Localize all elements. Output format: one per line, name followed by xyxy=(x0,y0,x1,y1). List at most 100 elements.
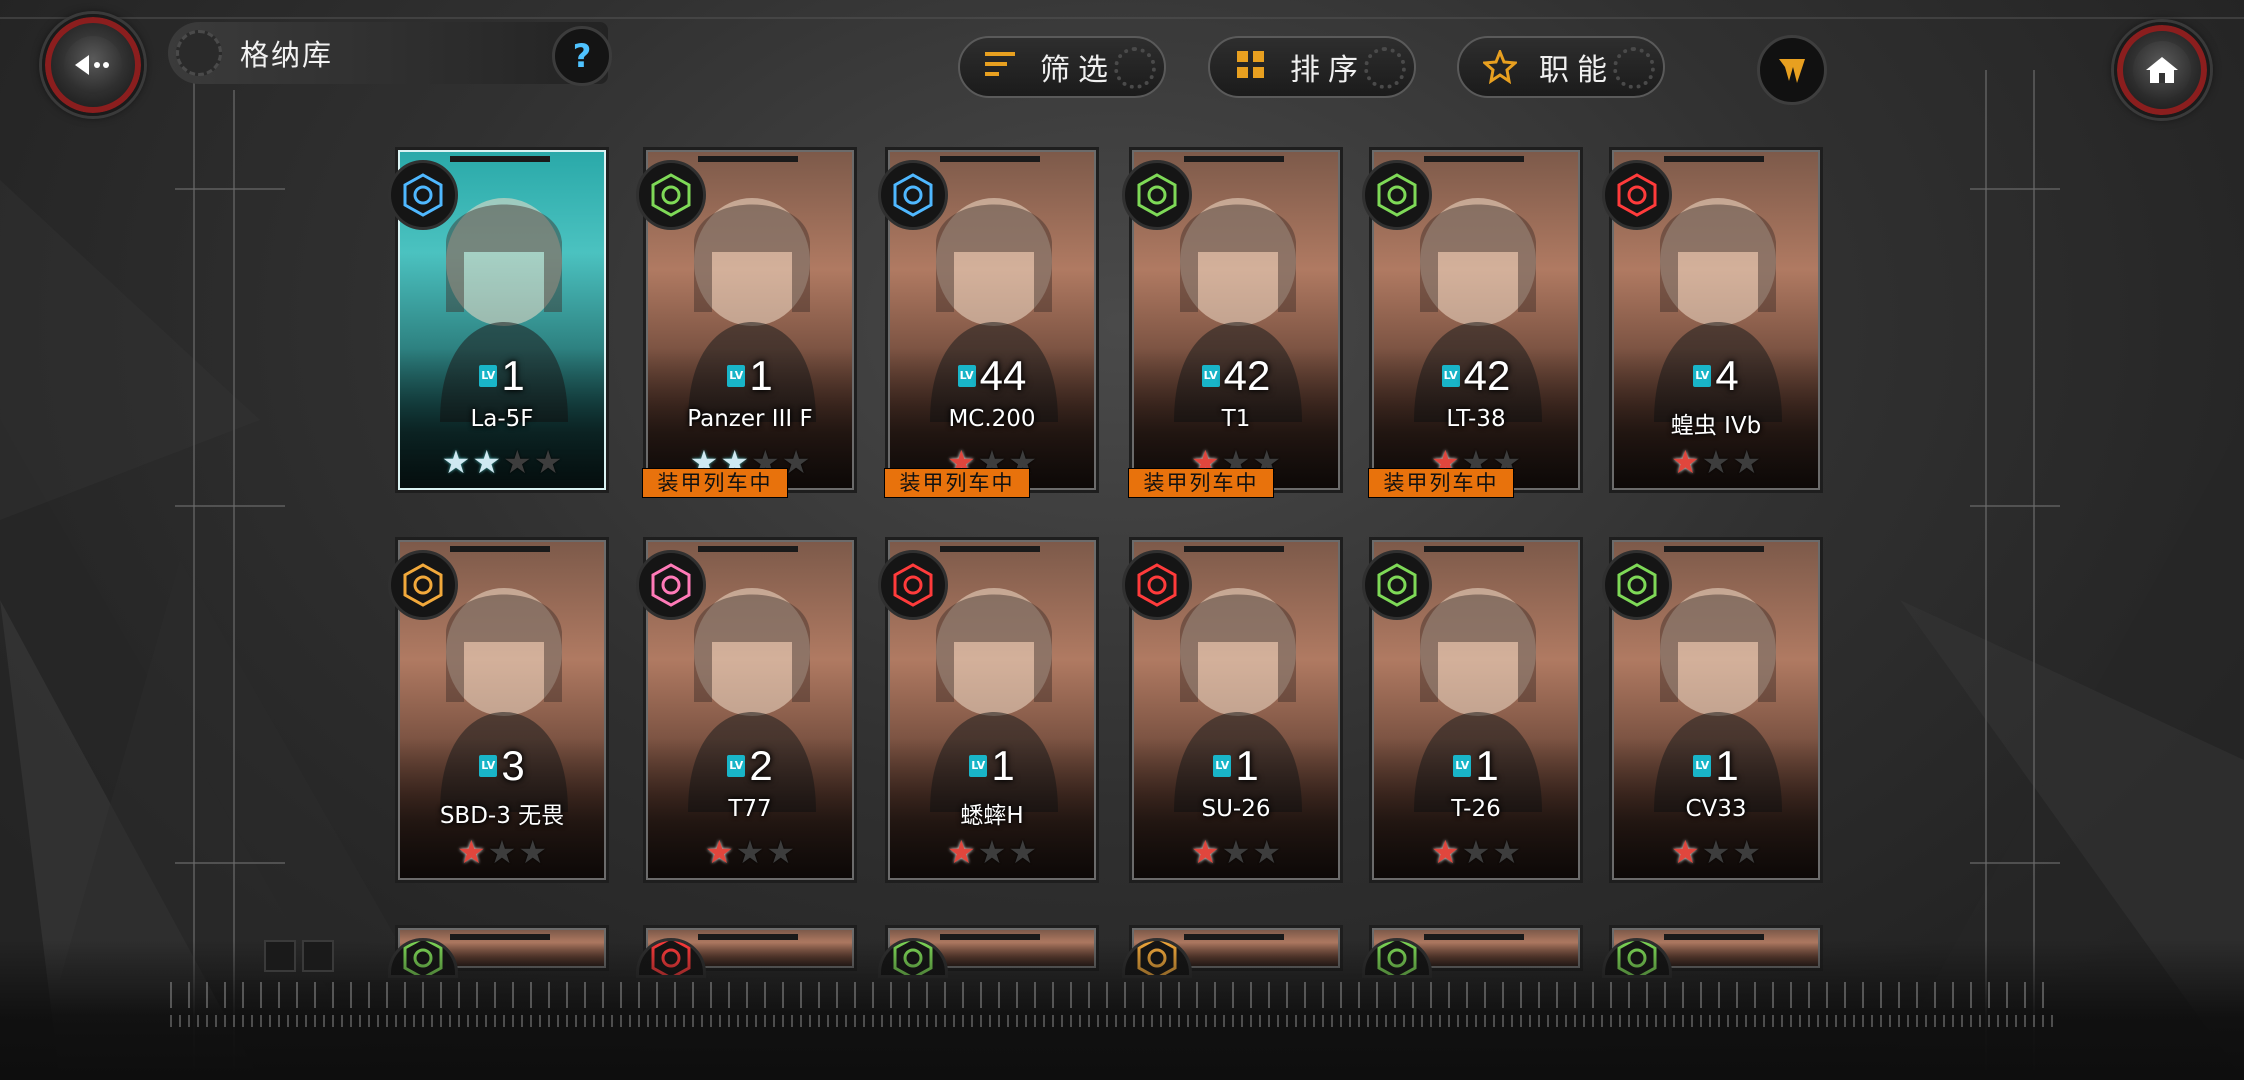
star-icon: ★ xyxy=(1492,833,1522,871)
level-value: 1 xyxy=(991,742,1015,789)
level-icon: LV xyxy=(1453,755,1472,777)
unit-name: La-5F xyxy=(470,406,534,432)
role-button[interactable]: 职能 xyxy=(1457,36,1665,98)
rarity-stars: ★ ★ ★ xyxy=(648,836,852,868)
level-row: LV 1 xyxy=(400,352,604,400)
frame-line xyxy=(175,188,285,190)
unit-name: Panzer III F xyxy=(687,406,813,432)
frame-line xyxy=(233,90,235,1070)
card-top-bar xyxy=(1184,156,1284,162)
heavy-fighter-icon xyxy=(388,160,458,230)
frame-line xyxy=(193,70,195,1070)
level-row: LV 1 xyxy=(1614,742,1818,790)
star-icon: ★ xyxy=(1670,833,1700,871)
level-icon: LV xyxy=(479,755,498,777)
frame-line xyxy=(1970,505,2060,507)
artillery-icon xyxy=(878,550,948,620)
unit-name: 蝗虫 IVb xyxy=(1670,413,1762,439)
unit-name: T1 xyxy=(1221,406,1251,432)
medium-tank-icon xyxy=(636,160,706,230)
rarity-stars: ★ ★ ★ xyxy=(1134,836,1338,868)
level-icon: LV xyxy=(957,365,976,387)
star-icon: ★ xyxy=(735,833,765,871)
unit-name: T77 xyxy=(728,796,772,822)
level-icon: LV xyxy=(1213,755,1232,777)
level-value: 1 xyxy=(1235,742,1259,789)
card-top-bar xyxy=(698,156,798,162)
heavy-fighter-icon xyxy=(878,160,948,230)
level-value: 1 xyxy=(1475,742,1499,789)
medium-tank-icon xyxy=(1602,550,1672,620)
armored-train-tag: 装甲列车中 xyxy=(884,468,1030,498)
card-top-bar xyxy=(1664,156,1764,162)
frame-line xyxy=(1970,862,2060,864)
star-icon: ★ xyxy=(1732,443,1762,481)
frame-line xyxy=(1985,70,1987,1070)
armored-train-tag: 装甲列车中 xyxy=(1128,468,1274,498)
rarity-stars: ★ ★ ★ ★ xyxy=(400,446,604,478)
unit-name: 蟋蟀H xyxy=(960,803,1024,829)
level-row: LV 3 xyxy=(400,742,604,790)
gear-icon xyxy=(1114,47,1156,89)
level-row: LV 2 xyxy=(648,742,852,790)
level-value: 2 xyxy=(749,742,773,789)
page-indicator xyxy=(302,940,334,972)
card-top-bar xyxy=(1424,546,1524,552)
unit-name: T-26 xyxy=(1451,796,1501,822)
star-icon: ★ xyxy=(456,833,486,871)
filter-label: 筛选 xyxy=(1040,53,1116,88)
star-icon: ★ xyxy=(518,833,548,871)
filter-icon xyxy=(984,50,1018,84)
home-icon xyxy=(2133,41,2191,99)
rarity-stars: ★ ★ ★ xyxy=(890,836,1094,868)
star-icon: ★ xyxy=(1190,833,1220,871)
level-icon: LV xyxy=(1201,365,1220,387)
level-icon: LV xyxy=(727,365,746,387)
medium-tank-icon xyxy=(1362,550,1432,620)
star-icon: ★ xyxy=(533,443,563,481)
frame-line xyxy=(1970,188,2060,190)
unit-name: CV33 xyxy=(1685,796,1747,822)
star-icon: ★ xyxy=(487,833,517,871)
filter-button[interactable]: 筛选 xyxy=(958,36,1166,98)
back-button[interactable] xyxy=(42,14,144,116)
level-icon: LV xyxy=(479,365,498,387)
unit-name: SU-26 xyxy=(1201,796,1271,822)
star-icon: ★ xyxy=(503,443,532,481)
role-label: 职能 xyxy=(1539,53,1615,88)
home-button[interactable] xyxy=(2114,22,2210,118)
platoon-icon xyxy=(1779,59,1805,83)
level-value: 1 xyxy=(749,352,773,399)
unit-name: MC.200 xyxy=(948,406,1036,432)
ruler-decoration xyxy=(170,1015,2060,1027)
star-icon: ★ xyxy=(704,833,734,871)
level-icon: LV xyxy=(1693,755,1712,777)
armored-train-tag: 装甲列车中 xyxy=(1368,468,1514,498)
ruler-decoration xyxy=(170,982,2060,1008)
star-icon: ★ xyxy=(977,833,1007,871)
artillery-icon xyxy=(1602,160,1672,230)
star-icon: ★ xyxy=(766,833,796,871)
bottom-fade xyxy=(0,940,2244,1080)
page-title-bar: 格纳库 xyxy=(168,22,608,84)
level-icon: LV xyxy=(1693,365,1712,387)
platoon-button[interactable] xyxy=(1757,35,1827,105)
level-icon: LV xyxy=(969,755,988,777)
level-value: 4 xyxy=(1715,352,1739,399)
rarity-stars: ★ ★ ★ xyxy=(1614,446,1818,478)
star-icon: ★ xyxy=(1252,833,1282,871)
level-row: LV 4 xyxy=(1614,352,1818,400)
card-top-bar xyxy=(940,546,1040,552)
star-icon: ★ xyxy=(472,443,501,481)
level-icon: LV xyxy=(1441,365,1460,387)
frame-line xyxy=(175,862,285,864)
level-value: 44 xyxy=(979,352,1027,399)
gear-icon xyxy=(1364,47,1406,89)
artillery-icon xyxy=(1122,550,1192,620)
star-icon: ★ xyxy=(441,443,471,481)
sort-button[interactable]: 排序 xyxy=(1208,36,1416,98)
star-icon: ★ xyxy=(1732,833,1762,871)
help-button[interactable]: ? xyxy=(552,26,612,86)
star-icon: ★ xyxy=(1670,443,1700,481)
star-icon: ★ xyxy=(1701,443,1731,481)
